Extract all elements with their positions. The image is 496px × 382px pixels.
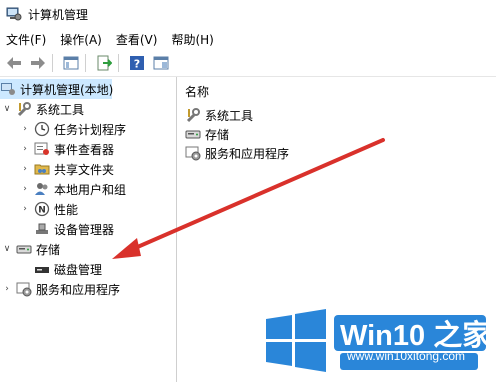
menu-file[interactable]: 文件(F) [0,31,54,48]
chevron-down-icon[interactable]: ∨ [2,104,12,114]
chevron-right-icon[interactable]: › [20,164,30,174]
tree-item-label: 设备管理器 [54,222,115,237]
tree-item-label: 计算机管理(本地) [20,82,114,97]
services-icon [185,145,201,161]
title-bar: 计算机管理 [0,0,496,28]
navigation-tree: 计算机管理(本地) ∨ 系统工具 › 任务计划程序 › 事件查看器 › 共享文件… [0,77,177,382]
chevron-right-icon[interactable]: › [20,204,30,214]
svg-text:N: N [38,206,46,216]
list-item[interactable]: 系统工具 [185,105,253,125]
tree-item-event-viewer[interactable]: › 事件查看器 [20,139,114,159]
chevron-right-icon[interactable]: › [20,184,30,194]
computer-management-icon [6,6,22,22]
show-tree-icon[interactable] [61,53,81,73]
menu-action[interactable]: 操作(A) [54,31,110,48]
tree-item-services-apps[interactable]: › 服务和应用程序 [2,279,120,299]
menu-view[interactable]: 查看(V) [110,31,166,48]
tools-icon [185,107,201,123]
performance-icon: N [34,201,50,217]
forward-icon[interactable] [28,53,48,73]
toolbar-separator [85,54,86,72]
storage-icon [185,126,201,142]
tree-item-performance[interactable]: › N 性能 [20,199,78,219]
tree-item-label: 性能 [54,202,79,217]
toolbar-separator [52,54,53,72]
svg-text:?: ? [134,58,140,71]
list-item-label: 系统工具 [205,108,254,123]
clock-icon [34,121,50,137]
menu-help[interactable]: 帮助(H) [165,31,221,48]
tree-item-label: 本地用户和组 [54,182,127,197]
list-item[interactable]: 服务和应用程序 [185,143,289,163]
window-title: 计算机管理 [28,7,89,22]
services-icon [16,281,32,297]
list-item-label: 存储 [205,127,230,142]
storage-icon [16,241,32,257]
computer-management-icon [0,81,16,97]
tree-item-disk-management[interactable]: 磁盘管理 [34,259,102,279]
tools-icon [16,101,32,117]
tree-item-label: 任务计划程序 [54,122,127,137]
list-item-label: 服务和应用程序 [205,146,290,161]
tree-item-shared-folders[interactable]: › 共享文件夹 [20,159,114,179]
tree-item-label: 服务和应用程序 [36,282,121,297]
back-icon[interactable] [4,53,24,73]
toolbar-separator [118,54,119,72]
tree-item-local-users[interactable]: › 本地用户和组 [20,179,126,199]
tree-item-label: 事件查看器 [54,142,115,157]
watermark-url: www.win10xitong.com [347,349,466,363]
export-icon[interactable] [94,53,114,73]
chevron-right-icon[interactable]: › [20,124,30,134]
tree-item-device-manager[interactable]: 设备管理器 [34,219,114,239]
toolbar: ? [0,50,496,77]
disk-icon [34,261,50,277]
help-icon[interactable]: ? [127,53,147,73]
chevron-right-icon[interactable]: › [2,284,12,294]
tree-item-label: 共享文件夹 [54,162,115,177]
column-header-name[interactable]: 名称 [185,83,209,100]
device-manager-icon [34,221,50,237]
tree-item-storage[interactable]: ∨ 存储 [2,239,60,259]
tree-item-label: 存储 [36,242,61,257]
tree-item-label: 磁盘管理 [54,262,103,277]
chevron-down-icon[interactable]: ∨ [2,244,12,254]
tree-item-system-tools[interactable]: ∨ 系统工具 [2,99,84,119]
tree-item-computer-management[interactable]: 计算机管理(本地) [0,79,114,99]
chevron-right-icon[interactable]: › [20,144,30,154]
event-viewer-icon [34,141,50,157]
shared-folder-icon [34,161,50,177]
tree-item-task-scheduler[interactable]: › 任务计划程序 [20,119,126,139]
menu-bar: 文件(F) 操作(A) 查看(V) 帮助(H) [0,28,496,50]
properties-icon[interactable] [151,53,171,73]
watermark-brand: Win10 之家 [340,320,492,352]
list-item[interactable]: 存储 [185,124,229,144]
tree-item-label: 系统工具 [36,102,85,117]
users-icon [34,181,50,197]
